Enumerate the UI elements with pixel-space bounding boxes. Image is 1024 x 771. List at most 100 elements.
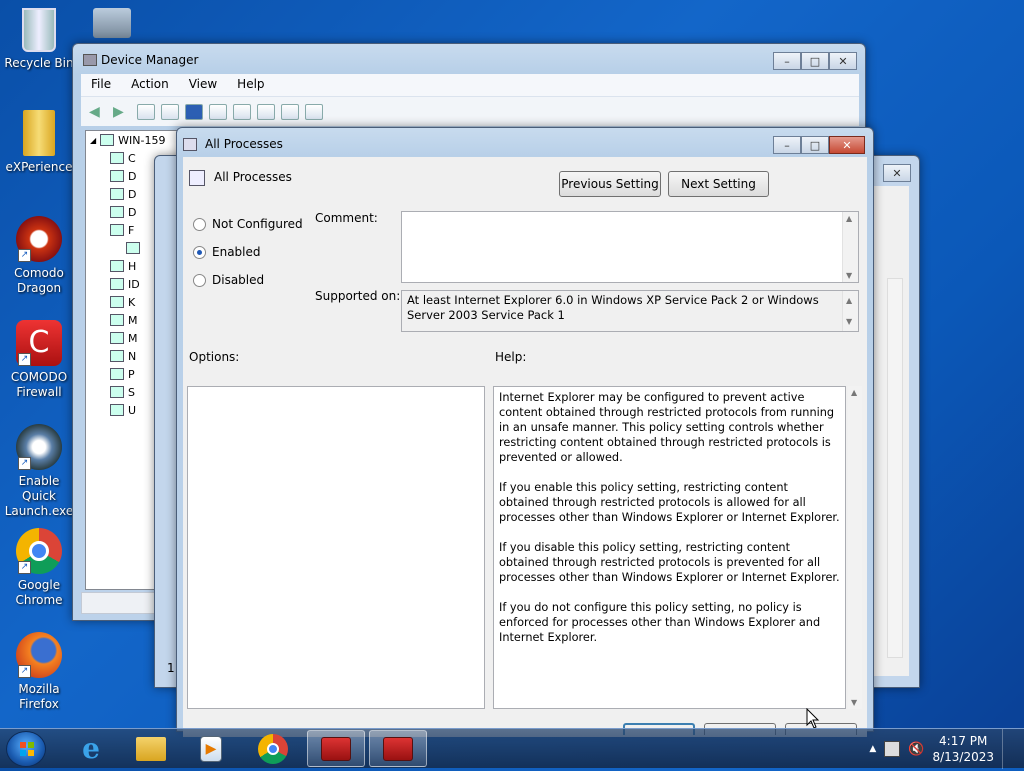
radio-disabled[interactable]: Disabled	[193, 273, 264, 287]
desktop-icon-google-chrome[interactable]: ↗ Google Chrome	[0, 528, 78, 608]
device-icon	[110, 350, 124, 362]
action-center-icon[interactable]	[884, 741, 901, 757]
help-label: Help:	[495, 350, 527, 364]
dialog-body: All Processes Previous Setting Next Sett…	[183, 157, 867, 737]
close-button[interactable]: ✕	[829, 52, 857, 70]
start-button[interactable]	[6, 731, 46, 767]
tree-item-label: U	[128, 403, 137, 417]
scroll-down-icon[interactable]: ▼	[851, 698, 857, 707]
help-icon[interactable]	[185, 103, 203, 120]
menu-help[interactable]: Help	[237, 77, 264, 93]
maximize-button[interactable]: □	[801, 52, 829, 70]
scroll-up-icon[interactable]: ▲	[851, 388, 857, 397]
clock[interactable]: 4:17 PM 8/13/2023	[932, 733, 994, 765]
caption-buttons: ✕	[883, 164, 911, 182]
taskbar-toolbox-app-1[interactable]	[307, 730, 365, 767]
update-driver-icon[interactable]	[257, 103, 275, 120]
menu-file[interactable]: File	[91, 77, 111, 93]
chrome-icon	[258, 733, 288, 764]
next-setting-button[interactable]: Next Setting	[668, 171, 769, 197]
comment-scrollbar[interactable]	[842, 212, 858, 282]
show-hide-tree-icon[interactable]	[137, 103, 155, 120]
tree-item-label: F	[128, 223, 135, 237]
action-pane-icon[interactable]	[209, 103, 227, 120]
comodo-firewall-icon: C ↗	[16, 320, 62, 366]
shortcut-arrow-icon: ↗	[18, 665, 31, 678]
desktop-icon-comodo-dragon[interactable]: ↗ Comodo Dragon	[0, 216, 78, 296]
tree-root[interactable]: ◢ WIN-159	[86, 131, 180, 149]
show-hidden-icons-icon[interactable]: ▲	[869, 744, 876, 754]
help-scrollbar[interactable]: ▲ ▼	[848, 386, 862, 709]
taskbar-chrome[interactable]	[244, 730, 302, 767]
desktop-icon-folder-bg[interactable]	[72, 8, 152, 42]
radio-circle	[193, 273, 206, 287]
uninstall-icon[interactable]	[281, 103, 299, 120]
device-icon	[110, 188, 124, 200]
help-paragraph: If you enable this policy setting, restr…	[499, 481, 840, 524]
desktop-icon-comodo-firewall[interactable]: C ↗ COMODO Firewall	[0, 320, 78, 400]
options-label: Options:	[189, 350, 240, 364]
close-button[interactable]: ✕	[829, 136, 865, 154]
menu-view[interactable]: View	[189, 77, 217, 93]
supported-on-value: At least Internet Explorer 6.0 in Window…	[407, 293, 819, 322]
toolbox-icon	[383, 736, 413, 761]
menu-action[interactable]: Action	[131, 77, 169, 93]
desktop-icon-recycle-bin[interactable]: Recycle Bin	[0, 8, 78, 71]
help-paragraph: Internet Explorer may be configured to p…	[499, 391, 835, 464]
device-icon	[110, 260, 124, 272]
minimize-button[interactable]: –	[773, 52, 801, 70]
desktop-icon-mozilla-firefox[interactable]: ↗ Mozilla Firefox	[0, 632, 78, 712]
device-icon	[110, 206, 124, 218]
app-launcher-icon: ↗	[16, 424, 62, 470]
device-icon	[126, 242, 140, 254]
desktop-icon-label: Recycle Bin	[4, 56, 74, 70]
internet-explorer-icon: e	[82, 732, 100, 765]
forward-arrow-icon[interactable]: ▶	[113, 104, 131, 120]
close-button[interactable]: ✕	[883, 164, 911, 182]
comment-textarea[interactable]	[401, 211, 859, 283]
radio-enabled[interactable]: Enabled	[193, 245, 261, 259]
radio-not-configured[interactable]: Not Configured	[193, 217, 303, 231]
show-desktop-button[interactable]	[1002, 729, 1014, 769]
desktop-icon-enable-quick-launch[interactable]: ↗ Enable Quick Launch.exe	[0, 424, 78, 519]
back-arrow-icon[interactable]: ◀	[89, 104, 107, 120]
desktop-icon-label: eXPerience	[5, 160, 73, 174]
computer-icon	[100, 134, 115, 146]
radio-label: Not Configured	[212, 217, 303, 231]
taskbar: e ▶ ▲ 🔇 4:17 PM 8/13/2023	[0, 728, 1024, 769]
caption-buttons: – □ ✕	[773, 136, 865, 154]
mouse-cursor-icon	[806, 708, 820, 729]
supported-scrollbar[interactable]	[842, 291, 858, 331]
taskbar-media-player[interactable]: ▶	[182, 730, 240, 767]
desktop-icon-experience[interactable]: eXPerience	[0, 110, 78, 175]
desktop-icon-label: Mozilla Firefox	[18, 682, 60, 711]
disable-device-icon[interactable]	[305, 103, 323, 120]
scan-hardware-icon[interactable]	[233, 103, 251, 120]
tree-item-label: ID	[128, 277, 140, 291]
policy-icon	[183, 138, 197, 151]
tree-item-label: D	[128, 169, 137, 183]
minimize-button[interactable]: –	[773, 136, 801, 154]
taskbar-toolbox-app-2[interactable]	[369, 730, 427, 767]
taskbar-internet-explorer[interactable]: e	[62, 730, 120, 767]
device-icon	[110, 386, 124, 398]
desktop-icon-label: Comodo Dragon	[14, 266, 64, 295]
clock-time: 4:17 PM	[939, 734, 988, 748]
taskbar-explorer[interactable]	[122, 730, 180, 767]
shortcut-arrow-icon: ↗	[18, 457, 31, 470]
help-paragraph: If you disable this policy setting, rest…	[499, 541, 840, 584]
scrollbar[interactable]	[887, 278, 903, 658]
tree-item-label: H	[128, 259, 137, 273]
firefox-icon: ↗	[16, 632, 62, 678]
desktop-icon-label: Google Chrome	[15, 578, 63, 607]
tree-item-label: K	[128, 295, 136, 309]
radio-label: Disabled	[212, 273, 265, 287]
tree-item-label: N	[128, 349, 137, 363]
collapse-triangle-icon: ◢	[90, 135, 97, 145]
all-processes-dialog[interactable]: All Processes – □ ✕ All Processes Previo…	[176, 127, 874, 737]
volume-muted-icon[interactable]: 🔇	[908, 742, 924, 757]
device-icon	[110, 170, 124, 182]
maximize-button[interactable]: □	[801, 136, 829, 154]
properties-icon[interactable]	[161, 103, 179, 120]
previous-setting-button[interactable]: Previous Setting	[559, 171, 661, 197]
